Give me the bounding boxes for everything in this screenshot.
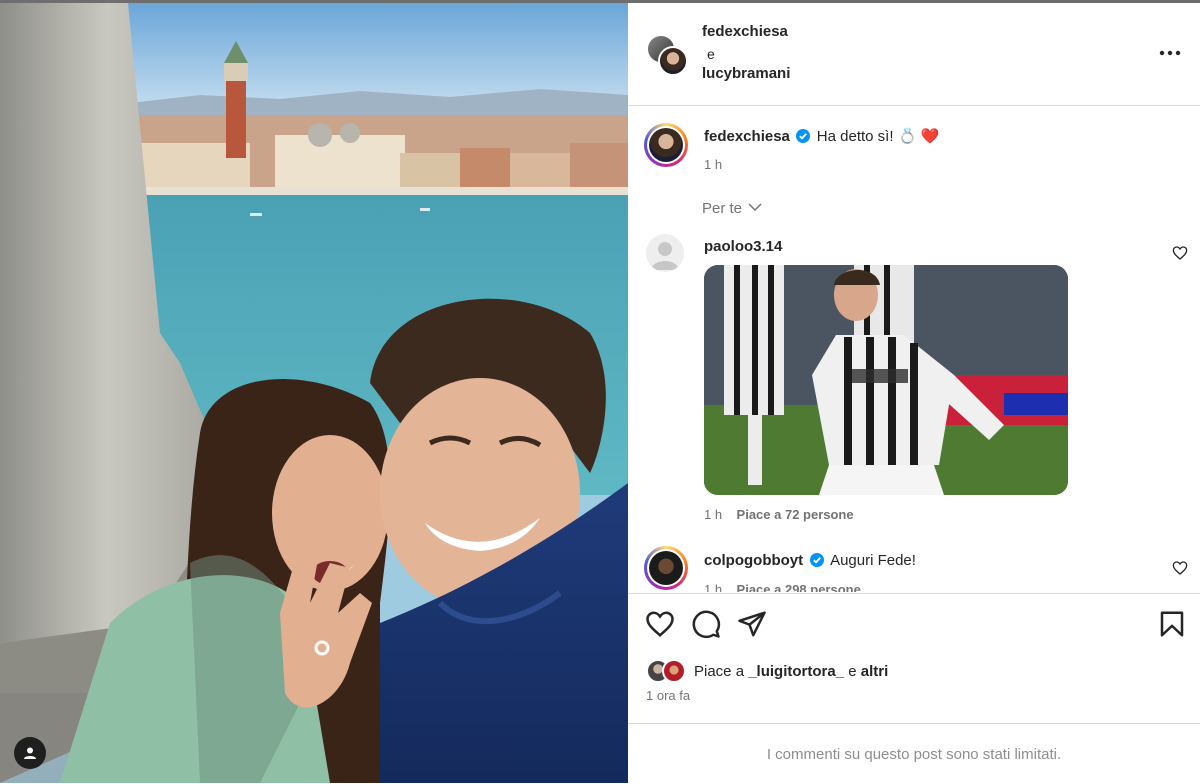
likes-others[interactable]: altri <box>861 663 889 680</box>
gif-image <box>704 265 1068 495</box>
comment-time: 1 h <box>704 582 723 592</box>
comment-likes-count[interactable]: Piace a 72 persone <box>737 507 854 522</box>
comment: colpogobboyt Auguri Fede! <box>704 552 1154 570</box>
comment-meta: 1 h Piace a 298 persone <box>704 581 861 592</box>
default-avatar-icon <box>651 242 679 270</box>
post-header: fedexchiesa e lucybramani <box>628 3 1200 106</box>
collab-avatars[interactable] <box>646 34 688 76</box>
caption-username[interactable]: fedexchiesa <box>704 128 790 145</box>
post-details-panel: fedexchiesa e lucybramani fedexchiesa Ha… <box>628 3 1200 783</box>
avatar <box>662 659 686 683</box>
venice-selfie-image <box>0 3 628 783</box>
likes-summary[interactable]: Piace a _luigitortora_ e altri <box>646 659 888 683</box>
caption-emojis: 💍 ❤️ <box>897 128 940 145</box>
author-username[interactable]: fedexchiesa <box>702 23 788 40</box>
comment-time: 1 h <box>704 507 723 522</box>
likes-prefix: Piace a <box>694 662 745 680</box>
share-icon[interactable] <box>737 609 767 639</box>
tagged-users-button[interactable] <box>14 737 46 769</box>
more-options-button[interactable] <box>1155 41 1185 65</box>
comments-filter-dropdown[interactable]: Per te <box>702 200 762 217</box>
bookmark-icon[interactable] <box>1157 609 1187 639</box>
user-icon <box>24 747 36 759</box>
comment-avatar[interactable] <box>646 234 684 272</box>
comment-username[interactable]: paoloo3.14 <box>704 238 782 255</box>
caption-time: 1 h <box>704 157 723 172</box>
verified-badge-icon <box>796 129 811 143</box>
likes-conjunction: e <box>848 662 857 680</box>
likes-username[interactable]: _luigitortora_ <box>748 663 844 680</box>
chevron-down-icon <box>748 203 762 212</box>
likes-text: Piace a _luigitortora_ e altri <box>694 663 888 680</box>
collab-username[interactable]: lucybramani <box>702 65 790 82</box>
filter-label: Per te <box>702 200 743 217</box>
verified-badge-icon <box>809 553 824 567</box>
caption: fedexchiesa Ha detto sì! 💍 ❤️ <box>704 127 1174 146</box>
comment-avatar[interactable] <box>644 546 688 590</box>
comment-meta: 1 h Piace a 72 persone <box>704 506 854 524</box>
comment-like-heart-icon[interactable] <box>1172 245 1188 261</box>
heart-icon[interactable] <box>645 609 675 639</box>
collab-conjunction: e <box>707 46 715 62</box>
comment-icon[interactable] <box>691 609 721 639</box>
comment-likes-count[interactable]: Piace a 298 persone <box>737 582 861 592</box>
comments-limited-notice: I commenti su questo post sono stati lim… <box>628 723 1200 784</box>
comment-gif[interactable] <box>704 265 1068 495</box>
avatar <box>658 46 688 76</box>
post-photo[interactable] <box>0 3 628 783</box>
caption-text: Ha detto sì! <box>816 128 894 145</box>
post-timestamp[interactable]: 1 ora fa <box>646 688 690 703</box>
more-horizontal-icon <box>1159 50 1181 56</box>
post-actions: Piace a _luigitortora_ e altri 1 ora fa … <box>628 593 1200 784</box>
comment-text: Auguri Fede! <box>830 552 916 569</box>
caption-avatar[interactable] <box>644 123 688 167</box>
comment-like-heart-icon[interactable] <box>1172 560 1188 576</box>
comments-list[interactable]: fedexchiesa Ha detto sì! 💍 ❤️ 1 h Per te… <box>628 106 1200 592</box>
comment-username[interactable]: colpogobboyt <box>704 552 803 569</box>
